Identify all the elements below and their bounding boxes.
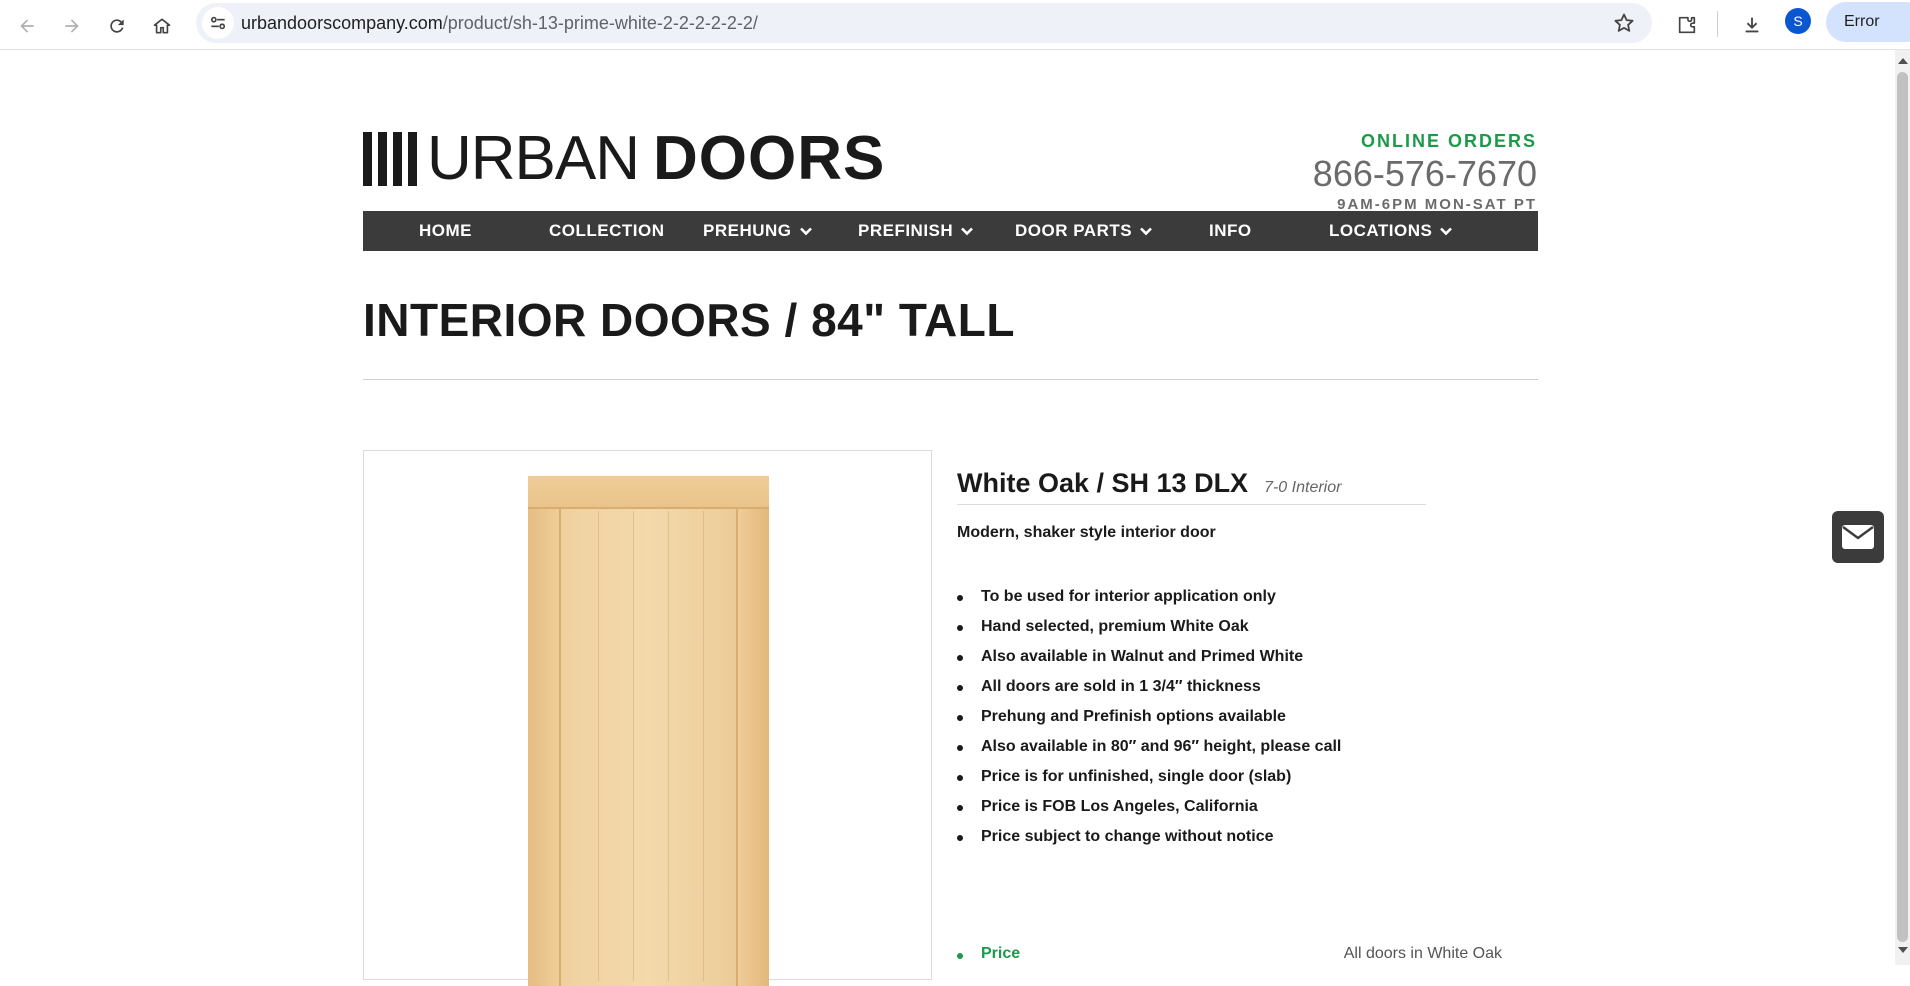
site-logo[interactable]: URBAN DOORS bbox=[363, 124, 886, 193]
nav-item-label: INFO bbox=[1209, 221, 1252, 240]
address-bar[interactable]: urbandoorscompany.com/product/sh-13-prim… bbox=[196, 3, 1652, 43]
logo-urban-text: URBAN bbox=[427, 124, 640, 193]
product-title: White Oak / SH 13 DLX 7-0 Interior bbox=[957, 468, 1341, 499]
chevron-down-icon bbox=[961, 227, 974, 236]
product-name: White Oak / SH 13 DLX bbox=[957, 468, 1249, 498]
url-text[interactable]: urbandoorscompany.com/product/sh-13-prim… bbox=[241, 13, 758, 34]
nav-item-label: COLLECTION bbox=[549, 221, 665, 240]
scroll-down-icon[interactable] bbox=[1898, 947, 1908, 953]
extensions-button[interactable] bbox=[1671, 9, 1703, 41]
door-right-stile bbox=[736, 476, 769, 986]
feature-item: To be used for interior application only bbox=[957, 582, 1341, 612]
price-row: Price All doors in White Oak bbox=[957, 943, 1502, 969]
chevron-down-icon bbox=[1440, 227, 1453, 236]
product-features-list: To be used for interior application only… bbox=[957, 582, 1341, 852]
site-info-button[interactable] bbox=[202, 7, 234, 39]
door-grain bbox=[668, 511, 669, 981]
door-grain bbox=[633, 511, 634, 981]
feature-item: Price subject to change without notice bbox=[957, 822, 1341, 852]
page-scrollbar[interactable] bbox=[1895, 50, 1910, 965]
logo-bars-icon bbox=[363, 132, 417, 186]
toolbar-divider bbox=[1717, 11, 1718, 37]
download-icon bbox=[1745, 17, 1759, 33]
nav-item-label: PREFINISH bbox=[858, 221, 954, 240]
feature-item: All doors are sold in 1 3/4″ thickness bbox=[957, 672, 1341, 702]
scrollbar-thumb[interactable] bbox=[1897, 72, 1908, 942]
feature-item: Also available in 80″ and 96″ height, pl… bbox=[957, 732, 1341, 762]
envelope-icon bbox=[1842, 525, 1874, 549]
door-grain bbox=[598, 511, 599, 981]
reload-icon bbox=[110, 19, 124, 33]
back-icon bbox=[20, 19, 34, 33]
feature-item: Price is for unfinished, single door (sl… bbox=[957, 762, 1341, 792]
product-door-image[interactable] bbox=[528, 476, 769, 986]
door-left-stile bbox=[528, 476, 561, 986]
nav-item-home[interactable]: HOME bbox=[419, 211, 472, 251]
product-tagline: Modern, shaker style interior door bbox=[957, 524, 1216, 541]
nav-item-prefinish[interactable]: PREFINISH bbox=[858, 211, 975, 251]
email-contact-button[interactable] bbox=[1832, 511, 1884, 563]
page-title: INTERIOR DOORS / 84" TALL bbox=[363, 294, 1015, 346]
chevron-down-icon bbox=[1140, 227, 1152, 236]
nav-item-label: LOCATIONS bbox=[1329, 221, 1433, 240]
site-info-icon bbox=[210, 16, 226, 30]
error-status-button[interactable]: Error bbox=[1826, 2, 1910, 42]
downloads-button[interactable] bbox=[1736, 9, 1768, 41]
price-bullet bbox=[957, 953, 963, 959]
profile-avatar[interactable]: S bbox=[1785, 8, 1811, 34]
nav-item-collection[interactable]: COLLECTION bbox=[549, 211, 665, 251]
browser-toolbar: urbandoorscompany.com/product/sh-13-prim… bbox=[0, 0, 1910, 50]
online-orders-label: ONLINE ORDERS bbox=[1360, 131, 1537, 151]
logo-doors-text: DOORS bbox=[653, 124, 886, 193]
phone-number[interactable]: 866-576-7670 bbox=[1313, 154, 1537, 194]
product-image-frame bbox=[363, 450, 932, 986]
nav-item-locations[interactable]: LOCATIONS bbox=[1329, 211, 1454, 251]
feature-item: Also available in Walnut and Primed Whit… bbox=[957, 642, 1341, 672]
forward-button[interactable] bbox=[55, 9, 89, 43]
home-icon bbox=[153, 18, 171, 34]
reload-button[interactable] bbox=[100, 9, 134, 43]
nav-item-info[interactable]: INFO bbox=[1209, 211, 1252, 251]
scroll-up-icon[interactable] bbox=[1898, 58, 1908, 64]
nav-item-door-parts[interactable]: DOOR PARTS bbox=[1015, 211, 1154, 251]
extensions-icon bbox=[1678, 16, 1696, 34]
home-button[interactable] bbox=[145, 9, 179, 43]
price-label[interactable]: Price bbox=[981, 945, 1020, 963]
back-button[interactable] bbox=[10, 9, 44, 43]
feature-item: Price is FOB Los Angeles, California bbox=[957, 792, 1341, 822]
forward-icon bbox=[65, 19, 79, 33]
nav-item-label: HOME bbox=[419, 221, 472, 240]
nav-item-prehung[interactable]: PREHUNG bbox=[703, 211, 814, 251]
nav-item-label: DOOR PARTS bbox=[1015, 221, 1133, 240]
error-label: Error bbox=[1844, 13, 1880, 30]
nav-item-label: PREHUNG bbox=[703, 221, 792, 240]
title-divider bbox=[363, 379, 1538, 380]
door-grain bbox=[703, 511, 704, 981]
price-note: All doors in White Oak bbox=[1343, 945, 1502, 962]
product-title-divider bbox=[957, 504, 1426, 505]
url-host: urbandoorscompany.com bbox=[241, 13, 443, 33]
feature-item: Hand selected, premium White Oak bbox=[957, 612, 1341, 642]
star-icon[interactable] bbox=[1612, 11, 1636, 35]
door-top-rail bbox=[528, 476, 769, 509]
product-subtitle: 7-0 Interior bbox=[1264, 479, 1342, 496]
url-path: /product/sh-13-prime-white-2-2-2-2-2-2/ bbox=[442, 13, 758, 33]
chevron-down-icon bbox=[799, 227, 812, 236]
contact-block: ONLINE ORDERS 866-576-7670 9AM-6PM MON-S… bbox=[1313, 131, 1537, 213]
feature-item: Prehung and Prefinish options available bbox=[957, 702, 1341, 732]
main-nav: HOME COLLECTION PREHUNG PREFINISH DOOR P… bbox=[363, 211, 1538, 251]
